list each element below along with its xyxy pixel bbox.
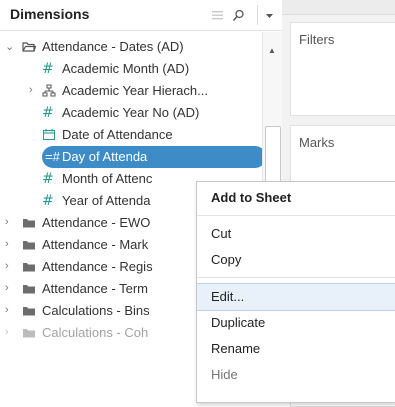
tree-label: Attendance - Regis [42, 259, 153, 274]
hash-link-icon: =# [45, 149, 60, 164]
dimensions-header: Dimensions [0, 0, 282, 31]
menu-duplicate[interactable]: Duplicate [197, 310, 395, 336]
tree-label: Attendance - Term [42, 281, 148, 296]
calendar-icon [42, 129, 56, 141]
tree-label: Attendance - Mark [42, 237, 149, 252]
menu-divider [197, 277, 395, 278]
menu-add-to-sheet[interactable]: Add to Sheet [197, 185, 395, 211]
dimensions-title: Dimensions [10, 6, 90, 22]
menu-label: Edit... [211, 289, 245, 304]
search-icon[interactable] [232, 9, 245, 22]
folder-icon [23, 219, 35, 228]
folder-open-icon [22, 42, 36, 52]
folder-icon [23, 241, 35, 250]
field-academic-year-hierarchy[interactable]: › Academic Year Hierach... [0, 80, 262, 102]
menu-copy[interactable]: Copy [197, 247, 395, 273]
menu-edit[interactable]: Edit... [197, 283, 395, 311]
chevron-down-icon[interactable]: ⌄ [5, 40, 15, 54]
folder-icon [23, 285, 35, 294]
menu-hide[interactable]: Hide [197, 362, 395, 388]
tree-label: Academic Year No (AD) [62, 105, 200, 120]
folder-icon [23, 329, 35, 338]
scroll-thumb[interactable] [265, 126, 281, 184]
chevron-right-icon[interactable]: › [5, 260, 15, 274]
tree-label: Date of Attendance [62, 127, 173, 142]
menu-label: Hide [211, 367, 238, 382]
field-day-of-attendance[interactable]: =# Day of Attenda [0, 146, 266, 168]
menu-label: Copy [211, 252, 242, 267]
chevron-right-icon[interactable]: › [5, 304, 15, 318]
menu-label: Cut [211, 226, 232, 241]
hash-icon: # [42, 61, 54, 77]
menu-label: Rename [211, 341, 261, 356]
menu-label: Duplicate [211, 315, 266, 330]
folder-attendance-dates[interactable]: ⌄ Attendance - Dates (AD) [0, 36, 262, 58]
tree-label: Academic Year Hierach... [62, 83, 208, 98]
tree-label: Attendance - EWO [42, 215, 151, 230]
chevron-right-icon[interactable]: › [29, 84, 39, 98]
folder-icon [23, 307, 35, 316]
tree-label: Year of Attenda [62, 193, 151, 208]
chevron-right-icon[interactable]: › [5, 282, 15, 296]
pane-menu-dropdown-icon[interactable] [263, 9, 276, 22]
chevron-right-icon[interactable]: › [5, 238, 15, 252]
pages-shelf-edge [282, 0, 395, 15]
context-menu: Add to Sheet Cut Copy Edit... Duplicate … [196, 181, 395, 403]
field-date-of-attendance[interactable]: Date of Attendance [0, 124, 262, 146]
chevron-right-icon[interactable]: › [5, 216, 15, 230]
tree-label: Calculations - Coh [42, 325, 149, 340]
hash-icon: # [42, 171, 54, 187]
tree-label: Calculations - Bins [42, 303, 150, 318]
filters-shelf[interactable]: Filters [290, 22, 395, 116]
hierarchy-icon [42, 84, 56, 97]
scroll-up-arrow-icon[interactable]: ▲ [268, 46, 276, 55]
tree-label: Academic Month (AD) [62, 61, 190, 76]
hash-icon: # [42, 193, 54, 209]
marks-label: Marks [299, 135, 335, 150]
tree-label: Attendance - Dates (AD) [42, 39, 184, 54]
hash-icon: # [42, 105, 54, 121]
menu-divider [197, 215, 395, 216]
tree-label: Month of Attenc [62, 171, 153, 186]
folder-icon [23, 263, 35, 272]
list-view-icon[interactable] [211, 9, 224, 22]
field-academic-month[interactable]: # Academic Month (AD) [0, 58, 262, 80]
menu-cut[interactable]: Cut [197, 221, 395, 247]
field-academic-year-no[interactable]: # Academic Year No (AD) [0, 102, 262, 124]
chevron-right-icon[interactable]: › [5, 326, 15, 340]
header-separator [257, 5, 258, 25]
filters-label: Filters [299, 32, 335, 47]
menu-label: Add to Sheet [211, 190, 292, 205]
tree-label: Day of Attenda [62, 149, 148, 164]
menu-rename[interactable]: Rename [197, 336, 395, 362]
